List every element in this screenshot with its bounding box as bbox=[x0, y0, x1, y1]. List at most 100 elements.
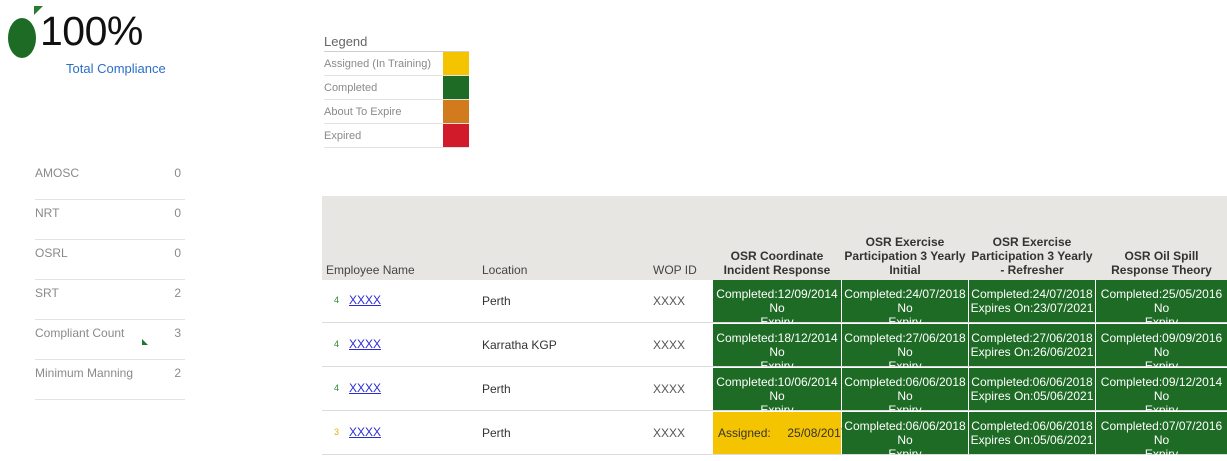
course-status-cell[interactable]: Completed:18/12/2014 No Expiry bbox=[713, 324, 841, 373]
status-line: Expiry bbox=[888, 447, 922, 461]
legend-item-about-to-expire: About To Expire bbox=[324, 100, 469, 124]
course-status-cell[interactable]: Completed:06/06/2018 Expires On:05/06/202… bbox=[969, 412, 1095, 454]
stat-name: Compliant Count bbox=[35, 326, 125, 340]
header-course-3[interactable]: OSR Exercise Participation 3 Yearly - Re… bbox=[969, 235, 1095, 277]
status-line: Completed:27/06/2018 bbox=[971, 331, 1093, 345]
course-status-cell[interactable]: Completed:12/09/2014 No Expiry bbox=[713, 280, 841, 329]
table-row: 3 XXXX Perth XXXX Assigned: 25/08/2017 C… bbox=[322, 412, 1227, 461]
stat-name: OSRL bbox=[35, 246, 68, 260]
legend-label: Assigned (In Training) bbox=[324, 58, 431, 70]
status-line: Completed:18/12/2014 No bbox=[716, 331, 838, 359]
table-header: Employee Name Location WOP ID OSR Coordi… bbox=[322, 196, 1227, 280]
table-row: 4 XXXX Karratha KGP XXXX Completed:18/12… bbox=[322, 324, 1227, 373]
legend-swatch bbox=[443, 100, 469, 123]
stat-name: AMOSC bbox=[35, 166, 80, 180]
row-count: 3 bbox=[334, 427, 340, 437]
legend-swatch bbox=[443, 124, 469, 147]
location-cell: Perth bbox=[482, 382, 511, 396]
status-line: Completed:12/09/2014 No bbox=[716, 287, 838, 315]
flag-icon bbox=[142, 339, 148, 345]
status-line: Assigned: 25/08/2017 bbox=[718, 426, 848, 440]
status-line: Completed:25/05/2016 No bbox=[1100, 287, 1223, 315]
employee-link[interactable]: XXXX bbox=[349, 293, 381, 307]
row-count: 4 bbox=[334, 383, 340, 393]
course-status-cell[interactable]: Completed:06/06/2018 No Expiry bbox=[842, 368, 968, 417]
wop-id-cell: XXXX bbox=[653, 382, 686, 396]
status-line: Completed:24/07/2018 No bbox=[844, 287, 966, 315]
wop-id-cell: XXXX bbox=[653, 338, 686, 352]
status-line: Completed:27/06/2018 No bbox=[844, 331, 966, 359]
course-status-cell[interactable]: Completed:24/07/2018 No Expiry bbox=[842, 280, 968, 329]
status-line: Completed:06/06/2018 bbox=[971, 375, 1093, 389]
stat-value: 0 bbox=[174, 166, 181, 180]
legend-label: Expired bbox=[324, 130, 362, 142]
total-compliance-label: Total Compliance bbox=[66, 61, 166, 76]
course-status-cell[interactable]: Completed:24/07/2018 Expires On:23/07/202… bbox=[969, 280, 1095, 322]
legend-item-assigned: Assigned (In Training) bbox=[324, 52, 469, 76]
course-status-cell[interactable]: Completed:06/06/2018 No Expiry bbox=[842, 412, 968, 461]
location-cell: Karratha KGP bbox=[482, 338, 557, 352]
header-course-1[interactable]: OSR Coordinate Incident Response bbox=[713, 249, 841, 277]
employee-link[interactable]: XXXX bbox=[349, 381, 381, 395]
location-cell: Perth bbox=[482, 294, 511, 308]
status-line: Expires On:23/07/2021 bbox=[970, 301, 1094, 315]
status-line: Completed:06/06/2018 No bbox=[844, 375, 966, 403]
course-status-cell[interactable]: Completed:06/06/2018 Expires On:05/06/202… bbox=[969, 368, 1095, 410]
status-line: Completed:06/06/2018 No bbox=[844, 419, 966, 447]
header-course-2[interactable]: OSR Exercise Participation 3 Yearly Init… bbox=[842, 235, 968, 277]
employee-link[interactable]: XXXX bbox=[349, 425, 381, 439]
status-line: Expires On:05/06/2021 bbox=[970, 433, 1094, 447]
wop-id-cell: XXXX bbox=[653, 294, 686, 308]
legend-label: About To Expire bbox=[324, 106, 402, 118]
stat-nrt: NRT 0 bbox=[35, 200, 185, 240]
stat-minimum-manning: Minimum Manning 2 bbox=[35, 360, 185, 400]
status-line: Expiry bbox=[1144, 447, 1179, 461]
compliance-percent: 100% bbox=[40, 8, 143, 54]
stat-name: Minimum Manning bbox=[35, 366, 134, 380]
stat-name: SRT bbox=[35, 286, 59, 300]
course-status-cell[interactable]: Completed:09/09/2016 No Expiry bbox=[1096, 324, 1227, 373]
stat-osrl: OSRL 0 bbox=[35, 240, 185, 280]
location-cell: Perth bbox=[482, 426, 511, 440]
status-line: Expires On:26/06/2021 bbox=[970, 345, 1094, 359]
stats-list: AMOSC 0 NRT 0 OSRL 0 SRT 2 Compliant Cou… bbox=[35, 160, 185, 400]
legend-item-expired: Expired bbox=[324, 124, 469, 148]
stat-value: 0 bbox=[174, 206, 181, 220]
wop-id-cell: XXXX bbox=[653, 426, 686, 440]
legend-swatch bbox=[443, 76, 469, 99]
legend-label: Completed bbox=[324, 82, 378, 94]
header-location[interactable]: Location bbox=[482, 263, 527, 277]
legend-item-completed: Completed bbox=[324, 76, 469, 100]
row-count: 4 bbox=[334, 295, 340, 305]
status-line: Completed:09/09/2016 No bbox=[1100, 331, 1223, 359]
header-employee-name[interactable]: Employee Name bbox=[326, 263, 415, 277]
status-line: Expires On:05/06/2021 bbox=[970, 389, 1094, 403]
row-count: 4 bbox=[334, 339, 340, 349]
status-line: Completed:06/06/2018 bbox=[971, 419, 1093, 433]
stat-srt: SRT 2 bbox=[35, 280, 185, 320]
legend-swatch bbox=[443, 52, 469, 75]
course-status-cell[interactable]: Completed:27/06/2018 Expires On:26/06/202… bbox=[969, 324, 1095, 366]
course-status-cell[interactable]: Completed:25/05/2016 No Expiry bbox=[1096, 280, 1227, 329]
header-course-4[interactable]: OSR Oil Spill Response Theory bbox=[1096, 249, 1227, 277]
compliance-donut-icon bbox=[8, 18, 36, 58]
stat-compliant-count: Compliant Count 3 bbox=[35, 320, 185, 360]
status-line: Completed:09/12/2014 No bbox=[1100, 375, 1223, 403]
stat-value: 2 bbox=[174, 286, 181, 300]
table-row: 4 XXXX Perth XXXX Completed:12/09/2014 N… bbox=[322, 280, 1227, 329]
course-status-cell[interactable]: Assigned: 25/08/2017 bbox=[713, 412, 847, 454]
header-wop-id[interactable]: WOP ID bbox=[653, 263, 697, 277]
course-status-cell[interactable]: Completed:07/07/2016 No Expiry bbox=[1096, 412, 1227, 461]
stat-amosc: AMOSC 0 bbox=[35, 160, 185, 200]
legend-title: Legend bbox=[324, 34, 469, 52]
stat-value: 3 bbox=[174, 326, 181, 340]
course-status-cell[interactable]: Completed:10/06/2014 No Expiry bbox=[713, 368, 841, 417]
course-status-cell[interactable]: Completed:09/12/2014 No Expiry bbox=[1096, 368, 1227, 417]
stat-value: 2 bbox=[174, 366, 181, 380]
status-line: Completed:10/06/2014 No bbox=[716, 375, 838, 403]
employee-link[interactable]: XXXX bbox=[349, 337, 381, 351]
stat-value: 0 bbox=[174, 246, 181, 260]
status-line: Completed:07/07/2016 No bbox=[1100, 419, 1223, 447]
compliance-table: Employee Name Location WOP ID OSR Coordi… bbox=[322, 196, 1227, 461]
course-status-cell[interactable]: Completed:27/06/2018 No Expiry bbox=[842, 324, 968, 373]
